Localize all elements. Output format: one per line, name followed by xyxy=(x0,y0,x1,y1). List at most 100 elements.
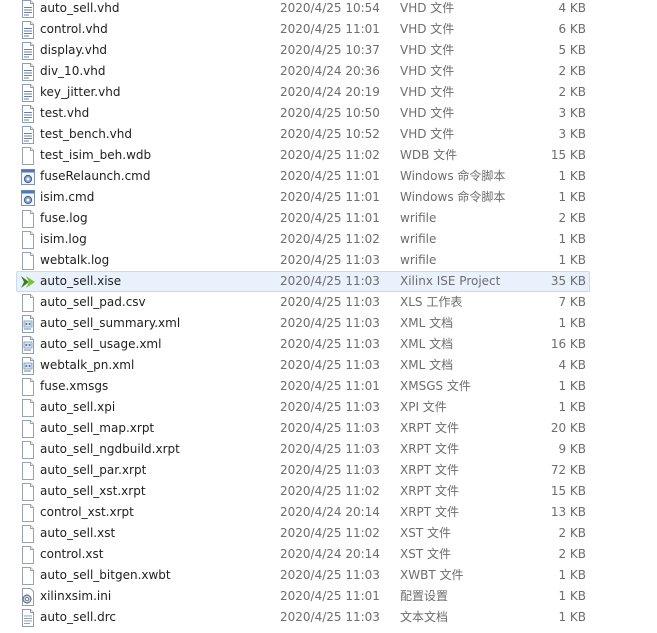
file-row[interactable]: webtalk.log 2020/4/25 11:03 wrifile 1 KB xyxy=(16,250,590,271)
file-name: auto_sell_usage.xml xyxy=(40,337,162,351)
file-size: 6 KB xyxy=(558,22,586,36)
blank-file-icon xyxy=(20,399,36,417)
file-row[interactable]: control.xst 2020/4/24 20:14 XST 文件 2 KB xyxy=(16,544,590,565)
file-row[interactable]: auto_sell.xst 2020/4/25 11:02 XST 文件 2 KB xyxy=(16,523,590,544)
file-date-modified: 2020/4/25 11:01 xyxy=(280,169,380,183)
blank-file-icon xyxy=(20,462,36,480)
file-row[interactable]: key_jitter.vhd 2020/4/24 20:19 VHD 文件 2 KB xyxy=(16,82,590,103)
file-row[interactable]: control_xst.xrpt 2020/4/24 20:14 XRPT 文件 13… xyxy=(16,502,590,523)
file-date-modified: 2020/4/25 11:01 xyxy=(280,190,380,204)
file-type: XST 文件 xyxy=(400,547,451,561)
file-row[interactable]: xilinxsim.ini 2020/4/25 11:01 配置设置 1 KB xyxy=(16,586,590,607)
file-type: XWBT 文件 xyxy=(400,568,464,582)
blank-file-icon xyxy=(20,420,36,438)
file-date-modified: 2020/4/25 10:50 xyxy=(280,106,380,120)
file-row[interactable]: auto_sell_map.xrpt 2020/4/25 11:03 XRPT 文件… xyxy=(16,418,590,439)
blank-file-icon xyxy=(20,210,36,228)
file-size: 2 KB xyxy=(558,211,586,225)
file-row[interactable]: auto_sell_pad.csv 2020/4/25 11:03 XLS 工作表 7… xyxy=(16,292,590,313)
file-row[interactable]: auto_sell.xise 2020/4/25 11:03 Xilinx ISE … xyxy=(16,271,590,292)
file-row[interactable]: test_isim_beh.wdb 2020/4/25 11:02 WDB 文件 15… xyxy=(16,145,590,166)
file-type: XML 文档 xyxy=(400,358,454,372)
file-size: 1 KB xyxy=(558,568,586,582)
file-size: 9 KB xyxy=(558,442,586,456)
file-type: XLS 工作表 xyxy=(400,295,463,309)
file-date-modified: 2020/4/25 11:03 xyxy=(280,337,380,351)
file-size: 1 KB xyxy=(558,232,586,246)
file-size: 72 KB xyxy=(550,463,586,477)
file-row[interactable]: isim.cmd 2020/4/25 11:01 Windows 命令脚本 1 KB xyxy=(16,187,590,208)
file-type: wrifile xyxy=(400,211,437,225)
file-date-modified: 2020/4/25 11:03 xyxy=(280,610,380,624)
file-size: 20 KB xyxy=(550,421,586,435)
file-date-modified: 2020/4/25 11:03 xyxy=(280,295,380,309)
file-date-modified: 2020/4/24 20:14 xyxy=(280,547,380,561)
file-row[interactable]: auto_sell.drc 2020/4/25 11:03 文本文档 1 KB xyxy=(16,607,590,628)
xml-document-icon xyxy=(20,357,36,375)
file-type: XRPT 文件 xyxy=(400,463,459,477)
file-name: auto_sell.xpi xyxy=(40,400,116,414)
file-row[interactable]: display.vhd 2020/4/25 10:37 VHD 文件 5 KB xyxy=(16,40,590,61)
file-type: VHD 文件 xyxy=(400,43,455,57)
file-row[interactable]: auto_sell_usage.xml 2020/4/25 11:03 XML 文档… xyxy=(16,334,590,355)
file-row[interactable]: fuseRelaunch.cmd 2020/4/25 11:01 Windows 命… xyxy=(16,166,590,187)
file-name: div_10.vhd xyxy=(40,64,106,78)
file-size: 1 KB xyxy=(558,253,586,267)
blank-file-icon xyxy=(20,483,36,501)
file-row[interactable]: webtalk_pn.xml 2020/4/25 11:03 XML 文档 4 KB xyxy=(16,355,590,376)
blank-file-icon xyxy=(20,294,36,312)
file-size: 15 KB xyxy=(550,148,586,162)
file-date-modified: 2020/4/25 11:03 xyxy=(280,421,380,435)
file-name: isim.log xyxy=(40,232,87,246)
file-name: fuse.log xyxy=(40,211,88,225)
document-icon xyxy=(20,84,36,102)
file-date-modified: 2020/4/25 11:01 xyxy=(280,22,380,36)
file-row[interactable]: auto_sell_par.xrpt 2020/4/25 11:03 XRPT 文件… xyxy=(16,460,590,481)
blank-file-icon xyxy=(20,378,36,396)
file-name: display.vhd xyxy=(40,43,108,57)
file-name: auto_sell.xst xyxy=(40,526,116,540)
file-name: control_xst.xrpt xyxy=(40,505,134,519)
file-row[interactable]: test_bench.vhd 2020/4/25 10:52 VHD 文件 3 KB xyxy=(16,124,590,145)
document-icon xyxy=(20,63,36,81)
file-type: Xilinx ISE Project xyxy=(400,274,501,288)
file-row[interactable]: auto_sell.vhd 2020/4/25 10:54 VHD 文件 4 KB xyxy=(16,0,590,19)
file-name: auto_sell_par.xrpt xyxy=(40,463,147,477)
file-row[interactable]: fuse.log 2020/4/25 11:01 wrifile 2 KB xyxy=(16,208,590,229)
file-row[interactable]: auto_sell_bitgen.xwbt 2020/4/25 11:03 XWBT… xyxy=(16,565,590,586)
file-row[interactable]: isim.log 2020/4/25 11:02 wrifile 1 KB xyxy=(16,229,590,250)
file-size: 1 KB xyxy=(558,400,586,414)
file-date-modified: 2020/4/25 10:52 xyxy=(280,127,380,141)
file-date-modified: 2020/4/25 11:02 xyxy=(280,232,380,246)
file-date-modified: 2020/4/25 11:03 xyxy=(280,274,380,288)
file-name: control.xst xyxy=(40,547,104,561)
file-size: 1 KB xyxy=(558,589,586,603)
file-row[interactable]: auto_sell_summary.xml 2020/4/25 11:03 XML … xyxy=(16,313,590,334)
gear-script-icon xyxy=(20,189,36,207)
file-date-modified: 2020/4/25 11:02 xyxy=(280,148,380,162)
file-name: webtalk_pn.xml xyxy=(40,358,135,372)
file-date-modified: 2020/4/25 10:37 xyxy=(280,43,380,57)
file-type: VHD 文件 xyxy=(400,127,455,141)
file-row[interactable]: auto_sell.xpi 2020/4/25 11:03 XPI 文件 1 KB xyxy=(16,397,590,418)
xml-document-icon xyxy=(20,315,36,333)
file-date-modified: 2020/4/25 11:03 xyxy=(280,442,380,456)
file-row[interactable]: auto_sell_ngdbuild.xrpt 2020/4/25 11:03 XR… xyxy=(16,439,590,460)
file-type: Windows 命令脚本 xyxy=(400,169,506,183)
file-row[interactable]: fuse.xmsgs 2020/4/25 11:01 XMSGS 文件 1 KB xyxy=(16,376,590,397)
file-row[interactable]: div_10.vhd 2020/4/24 20:36 VHD 文件 2 KB xyxy=(16,61,590,82)
text-document-icon xyxy=(20,609,36,627)
file-name: fuseRelaunch.cmd xyxy=(40,169,151,183)
file-date-modified: 2020/4/25 11:03 xyxy=(280,253,380,267)
file-row[interactable]: test.vhd 2020/4/25 10:50 VHD 文件 3 KB xyxy=(16,103,590,124)
file-date-modified: 2020/4/24 20:36 xyxy=(280,64,380,78)
file-type: XPI 文件 xyxy=(400,400,447,414)
file-type: wrifile xyxy=(400,232,437,246)
file-size: 1 KB xyxy=(558,316,586,330)
file-size: 1 KB xyxy=(558,190,586,204)
file-row[interactable]: auto_sell_xst.xrpt 2020/4/25 11:02 XRPT 文件… xyxy=(16,481,590,502)
file-type: wrifile xyxy=(400,253,437,267)
file-size: 2 KB xyxy=(558,526,586,540)
file-row[interactable]: control.vhd 2020/4/25 11:01 VHD 文件 6 KB xyxy=(16,19,590,40)
file-type: XST 文件 xyxy=(400,526,451,540)
